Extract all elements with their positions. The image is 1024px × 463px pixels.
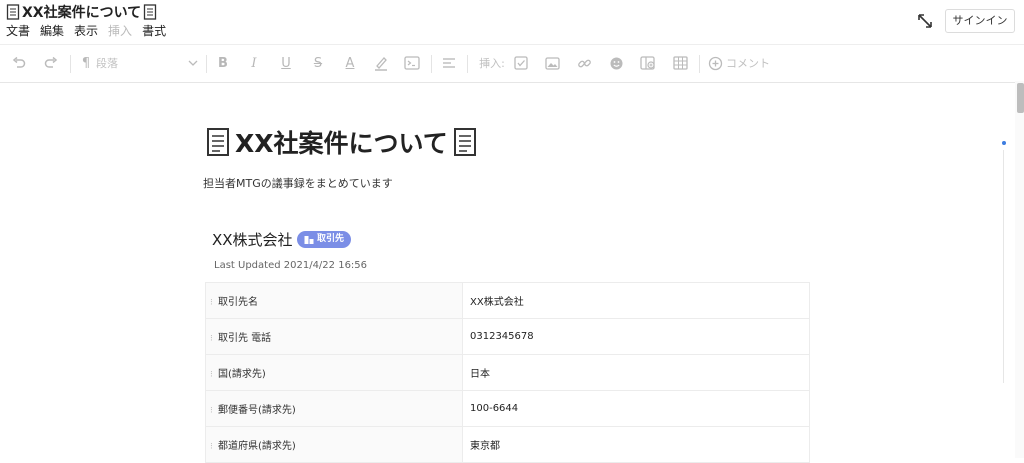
menu-view[interactable]: 表示 bbox=[74, 22, 98, 39]
page-title: XX社案件について bbox=[205, 124, 478, 160]
document-icon bbox=[453, 128, 476, 156]
paragraph-style-select[interactable]: 段落 bbox=[96, 53, 120, 73]
field-label: 国(請求先) bbox=[218, 369, 266, 380]
page-title-text[interactable]: XX社案件について bbox=[235, 124, 448, 160]
menu-document[interactable]: 文書 bbox=[6, 22, 30, 39]
field-value[interactable]: 日本 bbox=[462, 354, 810, 391]
field-label-cell: ⁝ 取引先 電話 bbox=[205, 318, 463, 355]
bold-icon[interactable]: B bbox=[215, 53, 231, 73]
code-icon[interactable] bbox=[403, 53, 421, 73]
paragraph-icon: ¶ bbox=[81, 55, 91, 71]
field-label: 取引先 電話 bbox=[218, 333, 272, 344]
toolbar-separator bbox=[467, 55, 468, 73]
menu-format[interactable]: 書式 bbox=[142, 22, 166, 39]
drag-handle-icon[interactable]: ⁝ bbox=[210, 334, 218, 344]
field-value[interactable]: 100-6644 bbox=[462, 390, 810, 427]
field-label: 取引先名 bbox=[218, 297, 258, 308]
field-label-cell: ⁝ 都道府県(請求先) bbox=[205, 426, 463, 463]
expand-icon[interactable] bbox=[915, 11, 935, 31]
menu-edit[interactable]: 編集 bbox=[40, 22, 64, 39]
italic-icon[interactable]: I bbox=[246, 53, 262, 73]
field-value[interactable]: 0312345678 bbox=[462, 318, 810, 355]
field-label-cell: ⁝ 国(請求先) bbox=[205, 354, 463, 391]
comment-button[interactable]: コメント bbox=[708, 53, 774, 73]
record-type-label: 取引先 bbox=[317, 234, 345, 244]
document-icon bbox=[207, 128, 229, 156]
align-icon[interactable] bbox=[440, 53, 458, 73]
record-type-badge: 取引先 bbox=[297, 231, 352, 248]
field-label: 郵便番号(請求先) bbox=[218, 405, 296, 416]
embed-icon[interactable] bbox=[639, 53, 657, 73]
chevron-down-icon[interactable] bbox=[186, 53, 200, 73]
menu-bar: 文書 編集 表示 挿入 書式 bbox=[6, 22, 166, 39]
menu-insert: 挿入 bbox=[108, 24, 133, 38]
building-icon bbox=[304, 236, 314, 244]
document-icon bbox=[6, 4, 20, 20]
drag-handle-icon[interactable]: ⁝ bbox=[210, 406, 218, 416]
checkbox-icon[interactable] bbox=[512, 53, 530, 73]
field-label-cell: ⁝ 郵便番号(請求先) bbox=[205, 390, 463, 427]
link-icon[interactable] bbox=[575, 53, 593, 73]
table-row: ⁝ 取引先 電話 0312345678 bbox=[205, 318, 810, 355]
comment-label: コメント bbox=[726, 57, 770, 70]
outline-rail bbox=[1003, 150, 1004, 383]
last-updated: Last Updated 2021/4/22 16:56 bbox=[214, 260, 368, 271]
redo-icon[interactable] bbox=[42, 53, 60, 73]
outline-marker[interactable] bbox=[1002, 141, 1006, 145]
toolbar-separator bbox=[431, 55, 432, 73]
scrollbar-thumb[interactable] bbox=[1017, 83, 1024, 113]
drag-handle-icon[interactable]: ⁝ bbox=[210, 298, 218, 308]
toolbar-separator bbox=[699, 55, 700, 73]
field-value[interactable]: XX株式会社 bbox=[462, 282, 810, 319]
comment-icon bbox=[708, 56, 723, 70]
table-row: ⁝ 国(請求先) 日本 bbox=[205, 354, 810, 391]
insert-label: 挿入: bbox=[477, 53, 507, 73]
toolbar-separator bbox=[70, 55, 71, 73]
document-icon bbox=[144, 4, 157, 20]
undo-icon[interactable] bbox=[10, 53, 28, 73]
document-subtitle[interactable]: 担当者MTGの議事録をまとめています bbox=[203, 175, 393, 191]
drag-handle-icon[interactable]: ⁝ bbox=[210, 370, 218, 380]
emoji-icon[interactable] bbox=[607, 53, 625, 73]
table-row: ⁝ 都道府県(請求先) 東京都 bbox=[205, 426, 810, 463]
image-icon[interactable] bbox=[543, 53, 561, 73]
field-label: 都道府県(請求先) bbox=[218, 441, 296, 452]
highlight-icon[interactable] bbox=[372, 53, 390, 73]
formatting-toolbar: ¶ 段落 B I U S A 挿入: コメント bbox=[0, 44, 1024, 83]
insert-label-text: 挿入: bbox=[479, 57, 505, 70]
underline-icon[interactable]: U bbox=[278, 53, 294, 73]
toolbar-separator bbox=[206, 55, 207, 73]
signin-button[interactable]: サインイン bbox=[945, 9, 1015, 33]
record-fields-table: ⁝ 取引先名 XX株式会社 ⁝ 取引先 電話 0312345678 ⁝ 国(請求先) … bbox=[205, 282, 810, 463]
strikethrough-icon[interactable]: S bbox=[310, 53, 326, 73]
table-icon[interactable] bbox=[671, 53, 689, 73]
table-row: ⁝ 郵便番号(請求先) 100-6644 bbox=[205, 390, 810, 427]
field-value[interactable]: 東京都 bbox=[462, 426, 810, 463]
document-title[interactable]: XX社案件について bbox=[6, 2, 157, 22]
record-title: XX株式会社 bbox=[212, 231, 293, 249]
drag-handle-icon[interactable]: ⁝ bbox=[210, 442, 218, 452]
table-row: ⁝ 取引先名 XX株式会社 bbox=[205, 282, 810, 319]
paragraph-style-label: 段落 bbox=[96, 57, 118, 70]
document-title-text: XX社案件について bbox=[22, 5, 142, 21]
text-color-icon[interactable]: A bbox=[342, 53, 358, 73]
app-header: XX社案件について 文書 編集 表示 挿入 書式 サインイン bbox=[0, 0, 1024, 44]
scrollbar-track[interactable] bbox=[1015, 81, 1024, 458]
field-label-cell: ⁝ 取引先名 bbox=[205, 282, 463, 319]
